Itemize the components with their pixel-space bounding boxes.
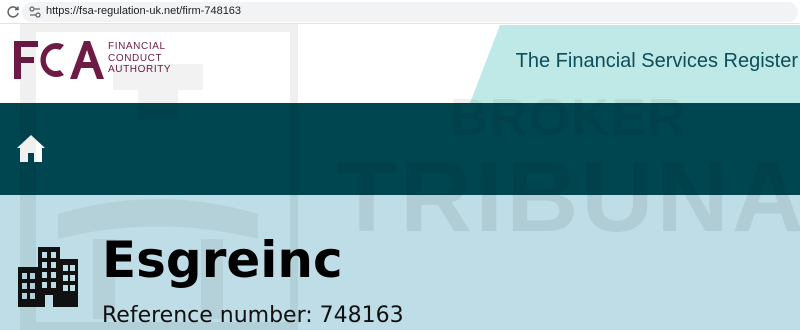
fca-logo[interactable]	[12, 37, 104, 83]
fca-name-line: FINANCIAL	[108, 41, 166, 52]
reference-label: Reference number:	[102, 303, 313, 328]
fca-name-line: CONDUCT	[108, 52, 163, 64]
register-title[interactable]: The Financial Services Register	[516, 50, 798, 73]
fca-name-line: AUTHORITY	[108, 64, 172, 75]
reference-number: 748163	[319, 303, 404, 328]
home-icon[interactable]	[15, 132, 47, 164]
reload-icon[interactable]	[5, 4, 21, 20]
browser-address-bar: https://fsa-regulation-uk.net/firm-74816…	[0, 0, 800, 24]
url-input[interactable]: https://fsa-regulation-uk.net/firm-74816…	[22, 2, 798, 22]
fca-wordmark: FINANCIAL CONDUCT AUTHORITY	[108, 41, 171, 76]
site-info-icon[interactable]	[28, 5, 42, 19]
building-icon	[18, 247, 78, 307]
firm-summary: Esgreinc Reference number: 748163	[0, 195, 800, 330]
url-text: https://fsa-regulation-uk.net/firm-74816…	[46, 5, 242, 17]
firm-name: Esgreinc	[102, 231, 343, 289]
nav-bar	[0, 103, 800, 195]
site-header: The Financial Services Register FINANCIA…	[0, 25, 800, 103]
reference-number-line: Reference number: 748163	[102, 303, 404, 328]
